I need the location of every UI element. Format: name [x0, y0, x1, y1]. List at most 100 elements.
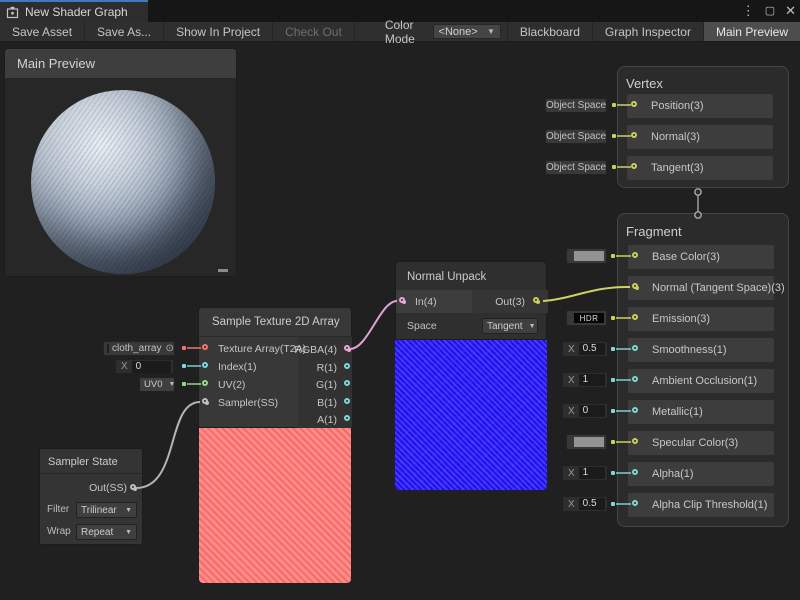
vertex-row-normal[interactable]: Normal(3) — [627, 125, 773, 149]
connector-dot — [611, 471, 615, 475]
show-in-project-button[interactable]: Show In Project — [164, 22, 273, 41]
specular-color-swatch[interactable] — [566, 434, 607, 450]
check-out-button: Check Out — [273, 22, 355, 41]
connector-dot — [612, 103, 616, 107]
base-color-swatch[interactable] — [566, 248, 607, 264]
kebab-menu-icon[interactable]: ⋮ — [742, 0, 755, 22]
vertex-row-tangent[interactable]: Tangent(3) — [627, 156, 773, 180]
connector-dot — [611, 440, 615, 444]
main-preview-panel[interactable]: Main Preview — [4, 48, 237, 277]
ambient-occlusion-input-port[interactable] — [632, 376, 638, 382]
save-asset-button[interactable]: Save Asset — [0, 22, 85, 41]
g-output-port[interactable] — [344, 380, 350, 386]
b-output-port[interactable] — [344, 398, 350, 404]
main-preview-toggle-button[interactable]: Main Preview — [704, 22, 800, 41]
alpha-field[interactable]: X1 — [562, 465, 608, 481]
tab-new-shader-graph[interactable]: New Shader Graph — [0, 0, 148, 22]
smoothness-field[interactable]: X0.5 — [562, 341, 608, 357]
chevron-down-icon: ▼ — [168, 381, 175, 388]
fragment-row-metallic[interactable]: Metallic(1) — [628, 400, 774, 424]
vertex-row-position[interactable]: Position(3) — [627, 94, 773, 118]
a-output-port[interactable] — [344, 415, 350, 421]
unpack-in-port[interactable] — [399, 297, 405, 303]
normal-unpack-node[interactable]: Normal Unpack In(4) Out(3) Space Tangent… — [395, 261, 547, 340]
fragment-row-smoothness[interactable]: Smoothness(1) — [628, 338, 774, 362]
blackboard-toggle-button[interactable]: Blackboard — [507, 22, 593, 41]
connector-dot — [611, 347, 615, 351]
fragment-row-alpha[interactable]: Alpha(1) — [628, 462, 774, 486]
vertex-context-node[interactable]: Vertex Position(3) Normal(3) Tangent(3) — [617, 66, 789, 188]
texture-array-input-port[interactable] — [202, 344, 208, 350]
specular-color-input-port[interactable] — [632, 438, 638, 444]
filter-dropdown[interactable]: Trilinear ▼ — [76, 502, 137, 518]
index-field[interactable]: X0 — [115, 359, 174, 374]
fragment-row-specular-color[interactable]: Specular Color(3) — [628, 431, 774, 455]
fragment-row-normal[interactable]: Normal (Tangent Space)(3) — [628, 276, 774, 300]
connector-dot — [182, 346, 186, 350]
connector-dot — [611, 378, 615, 382]
metallic-input-port[interactable] — [632, 407, 638, 413]
emission-input-port[interactable] — [632, 314, 638, 320]
chevron-down-icon: ▼ — [529, 323, 536, 330]
tab-title: New Shader Graph — [25, 5, 128, 19]
texture-array-object-field[interactable]: cloth_array ⊙ — [103, 341, 175, 356]
connector-dot — [182, 364, 186, 368]
hdr-badge: HDR — [574, 313, 604, 323]
color-mode-label: Color Mode — [355, 22, 433, 41]
alpha-clip-field[interactable]: X0.5 — [562, 496, 608, 512]
normal-map-preview — [395, 340, 547, 490]
shader-preview-sphere[interactable] — [31, 90, 215, 274]
tangent-space-pill[interactable]: Object Space — [545, 160, 607, 175]
panel-resize-handle[interactable] — [218, 269, 228, 272]
smoothness-input-port[interactable] — [632, 345, 638, 351]
toolbar: Save Asset Save As... Show In Project Ch… — [0, 22, 800, 42]
fragment-node-title: Fragment — [626, 224, 682, 239]
shader-graph-icon — [6, 6, 19, 19]
emission-hdr-swatch[interactable]: HDR — [566, 310, 607, 326]
ambient-occlusion-field[interactable]: X1 — [562, 372, 608, 388]
tangent-input-port[interactable] — [631, 163, 637, 169]
rgba-output-port[interactable] — [344, 345, 350, 351]
texture-array-name: cloth_array — [112, 343, 161, 354]
fragment-context-node[interactable]: Fragment Base Color(3) Normal (Tangent S… — [617, 213, 789, 527]
unpack-out-port[interactable] — [533, 297, 539, 303]
chevron-down-icon: ▼ — [487, 27, 495, 36]
maximize-icon[interactable]: ▢ — [765, 0, 775, 22]
object-picker-icon[interactable]: ⊙ — [165, 343, 173, 354]
fragment-row-emission[interactable]: Emission(3) — [628, 307, 774, 331]
uv-input-port[interactable] — [202, 380, 208, 386]
chevron-down-icon: ▼ — [125, 529, 132, 536]
color-mode-dropdown[interactable]: <None> ▼ — [433, 24, 501, 39]
wire-rgba-to-in — [350, 301, 397, 349]
normal-tangent-input-port[interactable] — [632, 283, 638, 289]
fragment-row-alpha-clip[interactable]: Alpha Clip Threshold(1) — [628, 493, 774, 517]
fragment-row-base-color[interactable]: Base Color(3) — [628, 245, 774, 269]
uv-channel-dropdown[interactable]: UV0 ▼ — [139, 377, 175, 392]
normal-space-pill[interactable]: Object Space — [545, 129, 607, 144]
index-input-port[interactable] — [202, 362, 208, 368]
close-icon[interactable]: ✕ — [785, 0, 796, 22]
metallic-field[interactable]: X0 — [562, 403, 608, 419]
color-mode-value: <None> — [439, 26, 478, 38]
chevron-down-icon: ▼ — [125, 507, 132, 514]
sample-texture-2d-array-node[interactable]: Sample Texture 2D Array Texture Array(T2… — [198, 307, 352, 428]
sampler-out-port[interactable] — [130, 484, 136, 490]
save-as-button[interactable]: Save As... — [85, 22, 164, 41]
position-input-port[interactable] — [631, 101, 637, 107]
fragment-row-ambient-occlusion[interactable]: Ambient Occlusion(1) — [628, 369, 774, 393]
sampler-state-title: Sampler State — [48, 456, 118, 468]
sampler-input-port[interactable] — [202, 398, 208, 404]
connector-dot — [611, 254, 615, 258]
main-preview-header[interactable]: Main Preview — [5, 49, 236, 78]
space-dropdown[interactable]: Tangent ▼ — [482, 318, 538, 334]
wrap-dropdown[interactable]: Repeat ▼ — [76, 524, 137, 540]
alpha-clip-input-port[interactable] — [632, 500, 638, 506]
position-space-pill[interactable]: Object Space — [545, 98, 607, 113]
connector-dot — [611, 316, 615, 320]
sampler-state-node[interactable]: Sampler State Out(SS) Filter Trilinear ▼… — [39, 448, 143, 545]
r-output-port[interactable] — [344, 363, 350, 369]
base-color-input-port[interactable] — [632, 252, 638, 258]
graph-inspector-toggle-button[interactable]: Graph Inspector — [593, 22, 704, 41]
normal-input-port[interactable] — [631, 132, 637, 138]
alpha-input-port[interactable] — [632, 469, 638, 475]
